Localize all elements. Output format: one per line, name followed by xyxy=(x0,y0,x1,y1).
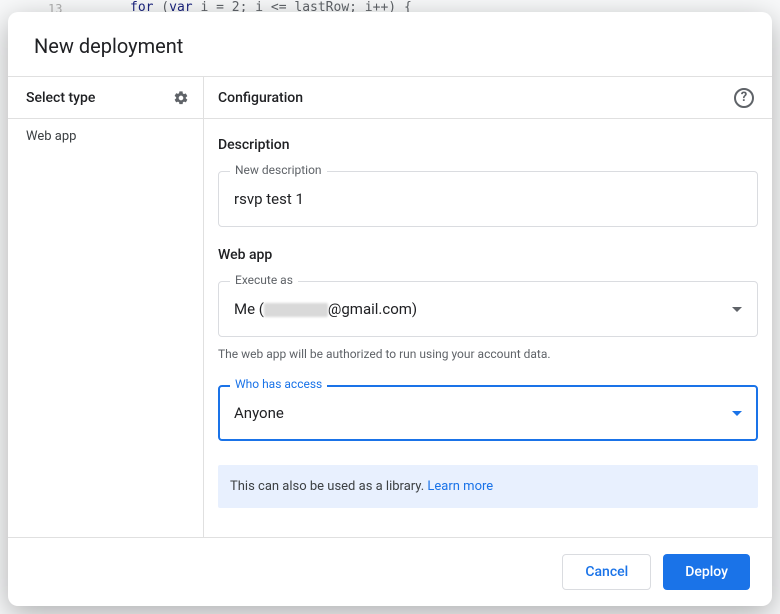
execute-as-floating-label: Execute as xyxy=(230,273,298,287)
library-info-banner: This can also be used as a library. Lear… xyxy=(218,465,758,508)
description-floating-label: New description xyxy=(230,163,327,177)
description-field: New description xyxy=(218,171,758,227)
execute-as-value: Me (@gmail.com) xyxy=(234,300,417,318)
dialog-header: New deployment xyxy=(8,12,772,77)
help-icon[interactable]: ? xyxy=(734,88,754,108)
chevron-down-icon xyxy=(732,307,742,312)
dialog-body: Select type Web app Configuration ? Desc… xyxy=(8,77,772,537)
gear-icon[interactable] xyxy=(173,90,189,106)
access-select[interactable]: Anyone xyxy=(218,385,758,441)
config-heading-row: Configuration ? xyxy=(204,77,772,119)
access-field: Who has access Anyone xyxy=(218,385,758,441)
sidebar-item-webapp[interactable]: Web app xyxy=(8,119,203,154)
new-deployment-dialog: New deployment Select type Web app Confi… xyxy=(8,12,772,606)
access-value: Anyone xyxy=(234,404,284,422)
description-section-label: Description xyxy=(218,137,758,153)
config-body: Description New description Web app Exec… xyxy=(204,119,772,526)
sidebar-heading-row: Select type xyxy=(8,77,203,119)
dialog-title: New deployment xyxy=(34,34,746,58)
webapp-section-label: Web app xyxy=(218,247,758,263)
redacted-email xyxy=(264,303,328,317)
deploy-button[interactable]: Deploy xyxy=(663,554,750,590)
sidebar-heading: Select type xyxy=(26,90,95,106)
configuration-panel: Configuration ? Description New descript… xyxy=(204,77,772,537)
access-floating-label: Who has access xyxy=(230,377,327,391)
chevron-down-icon xyxy=(732,411,742,416)
description-input[interactable] xyxy=(218,171,758,227)
sidebar: Select type Web app xyxy=(8,77,204,537)
execute-as-helper: The web app will be authorized to run us… xyxy=(218,347,758,361)
execute-as-field: Execute as Me (@gmail.com) xyxy=(218,281,758,337)
cancel-button[interactable]: Cancel xyxy=(562,554,651,590)
execute-as-select[interactable]: Me (@gmail.com) xyxy=(218,281,758,337)
config-heading: Configuration xyxy=(218,90,303,106)
dialog-footer: Cancel Deploy xyxy=(8,537,772,606)
learn-more-link[interactable]: Learn more xyxy=(427,479,493,494)
